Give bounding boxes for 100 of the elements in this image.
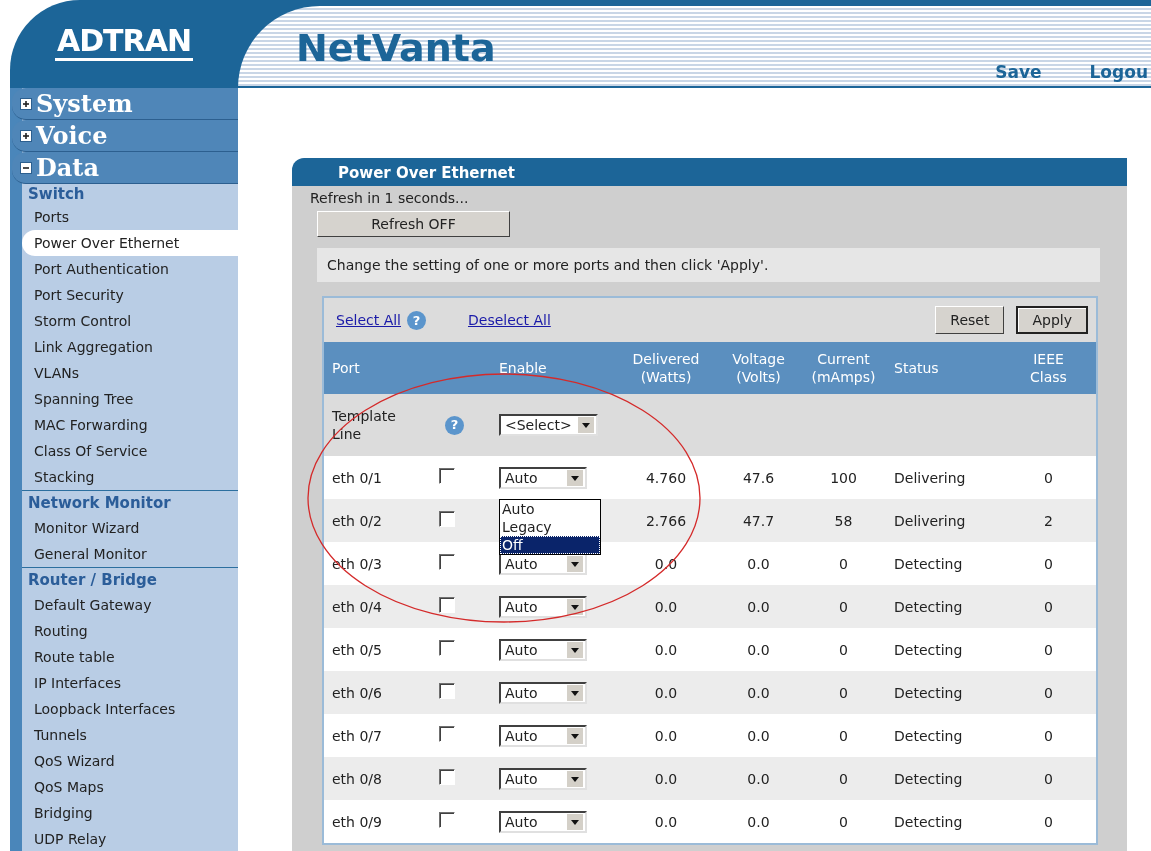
sidebar-item[interactable]: Class Of Service	[22, 438, 238, 464]
sidebar-item[interactable]: Storm Control	[22, 308, 238, 334]
column-header: IEEE Class	[1029, 350, 1068, 386]
sidebar-item[interactable]: QoS Wizard	[22, 748, 238, 774]
table-cell-text: 0	[838, 597, 849, 616]
panel-title-bar: Power Over Ethernet	[292, 158, 1127, 186]
table-cell-text: 0	[838, 726, 849, 745]
sidebar-item[interactable]: QoS Maps	[22, 774, 238, 800]
status-cell-text: Detecting	[893, 726, 964, 745]
expand-icon[interactable]	[20, 129, 32, 142]
dropdown-option[interactable]: Off	[500, 535, 600, 554]
port-cell-text: eth 0/2	[331, 511, 383, 530]
port-cell-text: eth 0/5	[331, 640, 383, 659]
port-cell-text: eth 0/4	[331, 597, 383, 616]
enable-select[interactable]: Auto	[499, 466, 587, 489]
sidebar-item[interactable]: Route table	[22, 644, 238, 670]
table-cell-text: 0.0	[653, 597, 679, 616]
table-cell-text: 0.0	[746, 812, 771, 831]
table-cell-text: 0	[838, 640, 849, 659]
table-cell-text: 0.0	[653, 683, 679, 702]
sidebar-item[interactable]: IP Interfaces	[22, 670, 238, 696]
checkbox[interactable]	[439, 510, 455, 527]
table-cell-text: 0.0	[746, 683, 771, 702]
sidebar-item[interactable]: Link Aggregation	[22, 334, 238, 360]
expand-icon[interactable]	[20, 97, 32, 110]
table-cell-text: 0	[1043, 597, 1054, 616]
sidebar-item[interactable]: Routing	[22, 618, 238, 644]
sidebar-item[interactable]: Loopback Interfaces	[22, 696, 238, 722]
sidebar-section[interactable]: Voice	[12, 120, 238, 152]
deselect-all-link[interactable]: Deselect All	[468, 312, 551, 328]
dropdown-option[interactable]: Legacy	[500, 517, 600, 536]
enable-select[interactable]: Auto	[499, 810, 587, 833]
collapse-icon[interactable]	[20, 161, 32, 174]
sidebar-item[interactable]: Port Security	[22, 282, 238, 308]
enable-select[interactable]: Auto	[499, 638, 587, 661]
sidebar-item[interactable]: UDP Relay	[22, 826, 238, 851]
header-link[interactable]: Save	[995, 62, 1042, 82]
status-cell-text: Detecting	[893, 640, 964, 659]
checkbox[interactable]	[439, 768, 455, 785]
table-cell-text: 0.0	[746, 597, 771, 616]
sidebar-section[interactable]: System	[12, 88, 238, 120]
sidebar-group-title: Network Monitor	[22, 490, 238, 515]
product-title: NetVanta	[296, 26, 496, 70]
template-select[interactable]: <Select>	[499, 414, 598, 436]
table-cell-text: 0	[1043, 683, 1054, 702]
sidebar-item[interactable]: General Monitor	[22, 541, 238, 567]
sidebar-section[interactable]: Data	[12, 152, 238, 184]
enable-select[interactable]: Auto	[499, 767, 587, 790]
enable-select[interactable]: Auto	[499, 681, 587, 704]
port-cell-text: eth 0/1	[331, 468, 383, 487]
sidebar-group-title: Router / Bridge	[22, 567, 238, 592]
dropdown-option[interactable]: Auto	[500, 499, 600, 518]
table-cell-text: 0.0	[746, 554, 771, 573]
table-cell-text: 0	[1043, 726, 1054, 745]
action-button[interactable]: Apply	[1016, 306, 1088, 334]
enable-select[interactable]: Auto	[499, 595, 587, 618]
action-button[interactable]: Reset	[935, 306, 1005, 334]
status-cell-text: Detecting	[893, 683, 964, 702]
sidebar-item[interactable]: Ports	[22, 204, 238, 230]
table-cell-text: 0	[1043, 640, 1054, 659]
status-cell-text: Detecting	[893, 812, 964, 831]
header-link[interactable]: Logou	[1089, 62, 1148, 82]
info-message: Change the setting of one or more ports and then click 'Apply'.	[317, 248, 1100, 282]
checkbox[interactable]	[439, 596, 455, 613]
table-cell-text: 47.7	[741, 511, 776, 530]
logo: ADTRAN	[55, 24, 193, 61]
enable-select[interactable]: Auto	[499, 724, 587, 747]
port-cell-text: eth 0/8	[331, 769, 383, 788]
status-cell-text: Detecting	[893, 597, 964, 616]
port-cell-text: eth 0/9	[331, 812, 383, 831]
sidebar-item[interactable]: Monitor Wizard	[22, 515, 238, 541]
checkbox[interactable]	[439, 682, 455, 699]
select-all-link[interactable]: Select All	[336, 312, 401, 328]
table-cell-text: 0	[1043, 769, 1054, 788]
sidebar-item[interactable]: MAC Forwarding	[22, 412, 238, 438]
table-cell-text: 0.0	[746, 640, 771, 659]
table-cell-text: 0	[838, 769, 849, 788]
sidebar-item[interactable]: Tunnels	[22, 722, 238, 748]
sidebar-item[interactable]: Default Gateway	[22, 592, 238, 618]
table-cell-text: 0	[1043, 468, 1054, 487]
table-cell-text: 0	[1043, 812, 1054, 831]
column-header: Delivered (Watts)	[631, 350, 701, 386]
column-header: Enable	[498, 359, 548, 377]
table-cell-text: 0	[838, 812, 849, 831]
sidebar-item[interactable]: VLANs	[22, 360, 238, 386]
status-cell-text: Detecting	[893, 769, 964, 788]
column-header: Voltage (Volts)	[731, 350, 786, 386]
table-cell-text: 2	[1043, 511, 1054, 530]
table-cell-text: 58	[833, 511, 854, 530]
table-cell-text: 0	[838, 554, 849, 573]
sidebar-item[interactable]: Bridging	[22, 800, 238, 826]
status-cell-text: Detecting	[893, 554, 964, 573]
table-cell-text: 0	[838, 683, 849, 702]
sidebar-item[interactable]: Spanning Tree	[22, 386, 238, 412]
status-cell-text: Delivering	[893, 468, 967, 487]
sidebar-item[interactable]: Stacking	[22, 464, 238, 490]
sidebar-item[interactable]: Port Authentication	[22, 256, 238, 282]
refresh-off-button[interactable]: Refresh OFF	[317, 211, 510, 237]
column-header: Current (mAmps)	[810, 350, 877, 386]
table-cell-text: 4.760	[644, 468, 688, 487]
